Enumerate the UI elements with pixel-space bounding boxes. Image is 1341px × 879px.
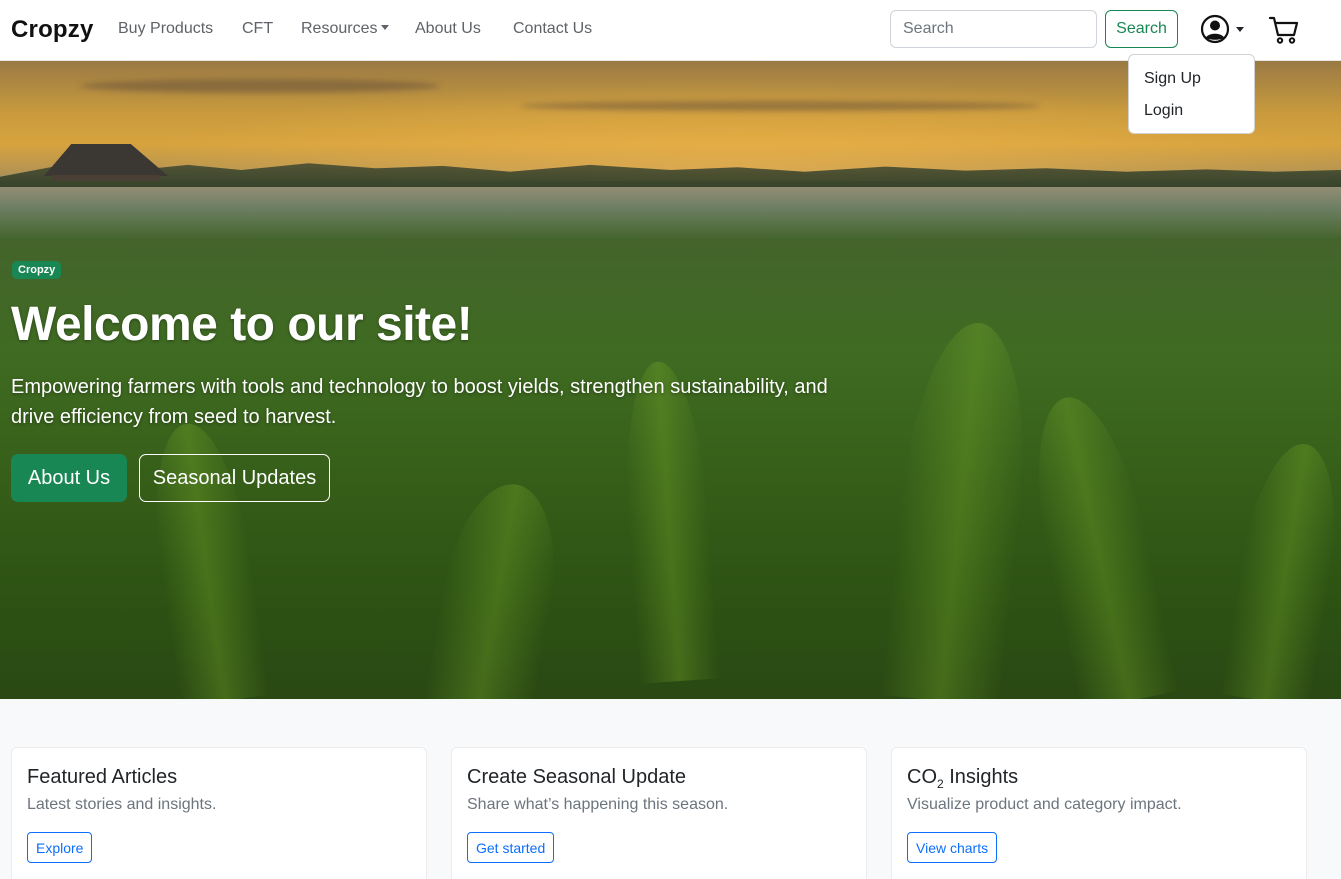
- nav-link-contact-us[interactable]: Contact Us: [513, 20, 592, 38]
- seasonal-updates-button[interactable]: Seasonal Updates: [139, 454, 330, 502]
- nav-link-buy-products[interactable]: Buy Products: [118, 20, 213, 38]
- card-title: Featured Articles: [27, 766, 178, 788]
- user-menu-toggle[interactable]: [1200, 13, 1250, 45]
- hut-base: [52, 175, 160, 181]
- card-featured-articles: Featured Articles Latest stories and ins…: [11, 747, 427, 879]
- user-dropdown-menu: Sign Up Login: [1128, 54, 1255, 134]
- card-title: Create Seasonal Update: [467, 766, 687, 788]
- corn-leaf-decor: [1220, 437, 1341, 699]
- search-button[interactable]: Search: [1105, 10, 1178, 48]
- brand-logo[interactable]: Cropzy: [11, 16, 94, 44]
- corn-leaf-decor: [880, 316, 1040, 699]
- card-title-suffix: Insights: [943, 766, 1019, 788]
- nav-link-resources[interactable]: Resources: [301, 20, 390, 38]
- chevron-down-icon: [381, 25, 390, 30]
- cart-icon: [1268, 16, 1299, 44]
- hero-badge: Cropzy: [12, 261, 62, 279]
- hero-subtitle: Empowering farmers with tools and techno…: [11, 376, 828, 428]
- dropdown-item-sign-up[interactable]: Sign Up: [1144, 70, 1201, 88]
- cart-button[interactable]: [1268, 14, 1300, 46]
- top-navbar: Cropzy Buy Products CFT Resources About …: [0, 0, 1341, 61]
- about-us-button[interactable]: About Us: [11, 454, 127, 502]
- chevron-down-icon: [1236, 26, 1244, 32]
- hero-banner: Cropzy Welcome to our site! Empowering f…: [0, 61, 1341, 699]
- corn-leaf-decor: [420, 475, 571, 699]
- get-started-button[interactable]: Get started: [467, 832, 555, 863]
- hero-cloud: [80, 79, 440, 93]
- card-co2-insights: CO2 Insights Visualize product and categ…: [891, 747, 1307, 879]
- card-create-seasonal-update: Create Seasonal Update Share what’s happ…: [451, 747, 867, 879]
- nav-link-cft[interactable]: CFT: [242, 20, 273, 38]
- card-title-prefix: CO: [907, 766, 937, 788]
- dropdown-item-login[interactable]: Login: [1144, 102, 1183, 120]
- hero-cloud: [520, 101, 1040, 111]
- card-title-subscript: 2: [937, 777, 944, 791]
- card-title: CO2 Insights: [907, 766, 1018, 791]
- corn-leaf-decor: [1016, 387, 1179, 699]
- nav-link-resources-label: Resources: [301, 20, 378, 37]
- user-circle-icon: [1200, 14, 1230, 44]
- nav-link-about-us[interactable]: About Us: [415, 20, 481, 38]
- card-text: Latest stories and insights.: [27, 796, 217, 813]
- explore-button[interactable]: Explore: [27, 832, 93, 863]
- card-text: Visualize product and category impact.: [907, 796, 1182, 813]
- card-text: Share what’s happening this season.: [467, 796, 729, 813]
- view-charts-button[interactable]: View charts: [907, 832, 998, 863]
- search-input[interactable]: [890, 10, 1097, 48]
- hero-title: Welcome to our site!: [11, 298, 473, 351]
